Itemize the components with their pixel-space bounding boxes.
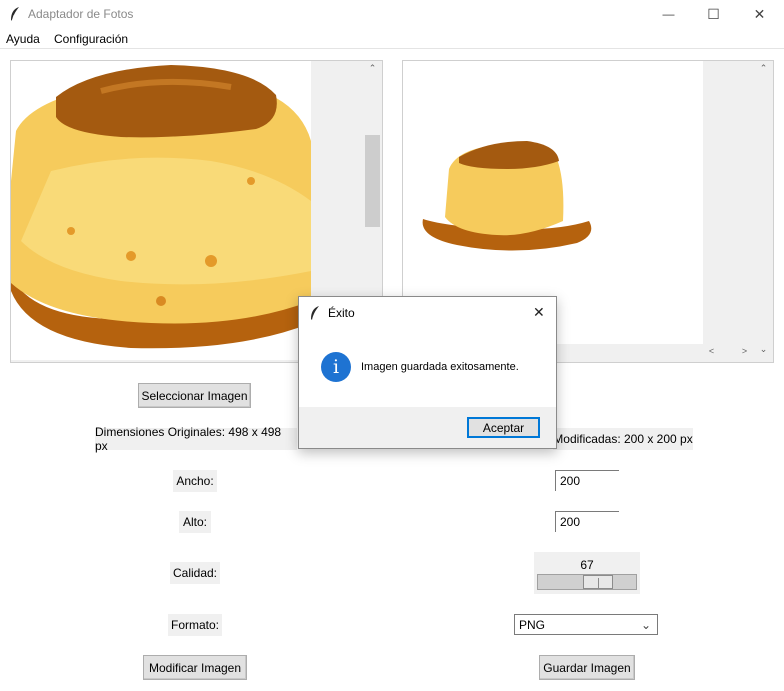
dialog-message: Imagen guardada exitosamente. (361, 361, 519, 373)
info-icon-glyph: i (332, 356, 340, 378)
quality-value: 67 (580, 558, 594, 572)
quality-scale: 67 (534, 552, 640, 594)
original-dimensions-label: Dimensiones Originales: 498 x 498 px (95, 425, 297, 453)
height-input[interactable] (555, 511, 619, 532)
scroll-up-icon[interactable]: ⌃ (755, 63, 772, 74)
modified-flan-image (422, 141, 592, 251)
feather-icon (11, 7, 19, 22)
quality-slider-thumb[interactable] (583, 575, 613, 589)
minimize-icon: — (662, 7, 675, 21)
modified-gap (704, 61, 754, 360)
quality-label: Calidad: (170, 562, 220, 584)
save-image-button[interactable]: Guardar Imagen (539, 655, 635, 680)
close-button[interactable]: ✕ (737, 0, 782, 28)
scroll-down-icon[interactable]: ⌄ (755, 344, 772, 355)
chevron-down-icon[interactable]: ⌄ (641, 618, 651, 632)
original-image (11, 61, 311, 360)
height-label: Alto: (179, 511, 211, 533)
minimize-button[interactable]: — (646, 0, 691, 28)
success-dialog: Éxito ✕ i Imagen guardada exitosamente. … (298, 296, 557, 449)
format-selected: PNG (519, 617, 546, 632)
dialog-close-icon[interactable]: ✕ (533, 304, 545, 321)
modified-vscroll[interactable]: ⌃ ⌄ (755, 61, 772, 360)
modified-dimensions-label: Modificadas: 200 x 200 px (553, 428, 693, 450)
close-icon: ✕ (753, 5, 766, 22)
maximize-button[interactable]: ☐ (691, 0, 736, 28)
modified-hscroll[interactable]: < > (703, 345, 755, 360)
title-bar: Adaptador de Fotos — ☐ ✕ (0, 0, 784, 30)
info-icon: i (321, 352, 351, 382)
width-input[interactable] (555, 470, 619, 491)
flan-image (11, 65, 311, 360)
window-title: Adaptador de Fotos (28, 7, 134, 21)
ok-button[interactable]: Aceptar (467, 417, 540, 438)
format-label: Formato: (168, 614, 222, 636)
maximize-icon: ☐ (707, 5, 720, 22)
select-image-button[interactable]: Seleccionar Imagen (138, 383, 251, 408)
scroll-thumb[interactable] (365, 135, 380, 227)
scroll-up-icon[interactable]: ⌃ (364, 63, 381, 74)
modify-image-button[interactable]: Modificar Imagen (143, 655, 247, 680)
scroll-left-icon[interactable]: < (703, 346, 720, 356)
dialog-title: Éxito (328, 306, 355, 320)
dialog-footer: Aceptar (299, 407, 556, 448)
width-label: Ancho: (173, 470, 217, 492)
menu-configuracion[interactable]: Configuración (54, 32, 128, 46)
menu-ayuda[interactable]: Ayuda (6, 32, 40, 46)
slider-grip (598, 578, 599, 588)
feather-icon (311, 306, 319, 320)
quality-trough[interactable] (537, 574, 637, 590)
scroll-right-icon[interactable]: > (736, 346, 753, 356)
menu-bar: Ayuda Configuración (0, 30, 784, 49)
format-combobox[interactable]: PNG ⌄ (514, 614, 658, 635)
